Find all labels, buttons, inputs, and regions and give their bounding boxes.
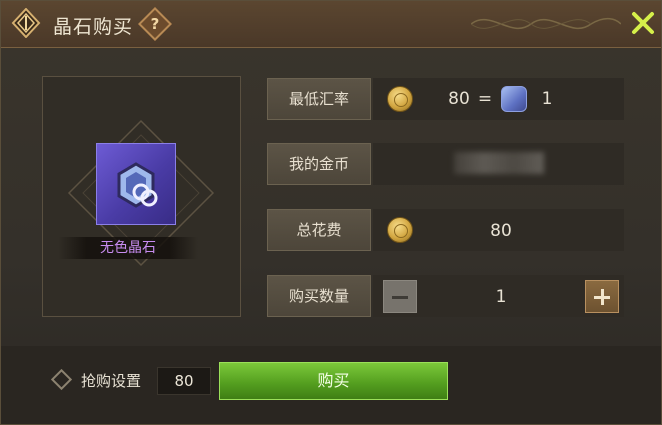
gold-coin-icon [387, 217, 413, 243]
gold-coin-icon [387, 86, 413, 112]
rate-coin-amount: 80 [448, 89, 470, 109]
item-icon[interactable] [96, 143, 176, 225]
gold-label: 我的金币 [267, 143, 371, 185]
minus-icon [392, 296, 408, 299]
rate-gem-amount: 1 [541, 89, 553, 109]
help-label: ? [150, 15, 160, 33]
title-filigree-decoration [471, 17, 621, 30]
dialog-title: 晶石购买 [53, 16, 134, 38]
gold-value-redacted [454, 152, 544, 174]
title-bar: 晶石购买 ? [1, 1, 661, 48]
quantity-decrease-button[interactable] [383, 280, 417, 313]
rush-buy-price-input[interactable]: 80 [157, 367, 211, 395]
crystal-gem-icon [501, 86, 527, 112]
close-icon[interactable] [629, 9, 657, 37]
crystal-purchase-dialog: 晶石购买 ? 无色晶石 最低汇率 80 = 1 我的金币 总花费 80 购买数量… [0, 0, 662, 425]
rate-equals: = [477, 89, 493, 109]
total-cost-value: 80 [490, 221, 512, 241]
crystal-emblem-icon [11, 8, 41, 38]
crystal-gem-icon [117, 162, 158, 208]
help-button[interactable]: ? [138, 7, 172, 41]
item-name: 无色晶石 [100, 240, 156, 256]
buy-button[interactable]: 购买 [219, 362, 448, 400]
quantity-increase-button[interactable] [585, 280, 619, 313]
quantity-label: 购买数量 [267, 275, 371, 317]
rate-label: 最低汇率 [267, 78, 371, 120]
total-cost-label: 总花费 [267, 209, 371, 251]
rush-buy-setting-label: 抢购设置 [81, 372, 142, 390]
quantity-value: 1 [495, 287, 507, 307]
